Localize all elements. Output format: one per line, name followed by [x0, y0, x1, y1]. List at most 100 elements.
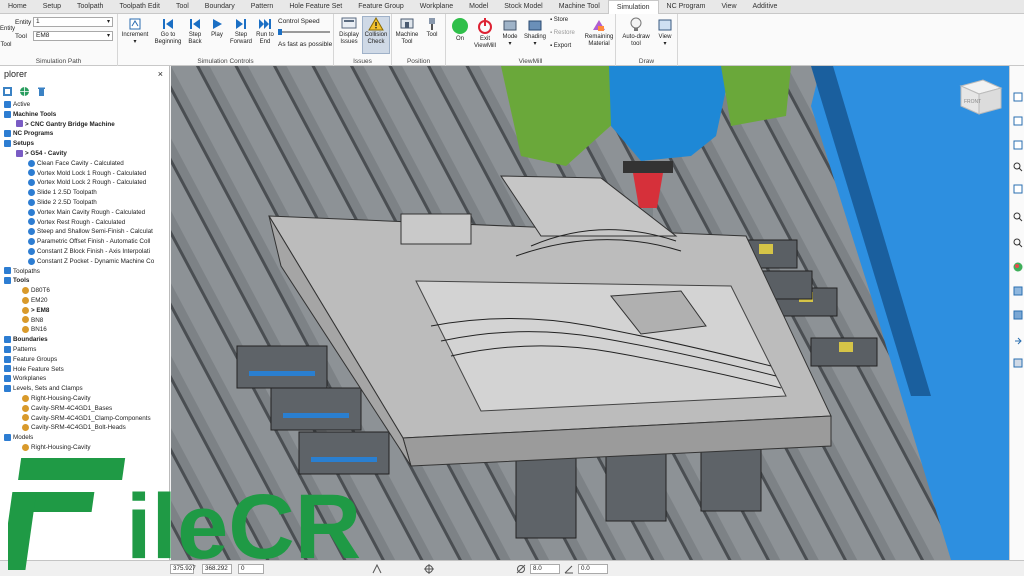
tree-item-icon [4, 277, 11, 285]
tab-model[interactable]: Model [461, 0, 496, 14]
view-button[interactable]: View ▾ [654, 17, 676, 48]
collision-check-button[interactable]: Collision Check [362, 16, 390, 54]
diameter-field[interactable]: 8.0 [530, 564, 560, 574]
tree-item[interactable]: Tools [0, 276, 169, 286]
tree-item[interactable]: Vortex Rest Rough - Calculated [0, 218, 169, 228]
entity-combo[interactable]: 1 ▾ [33, 17, 113, 27]
tab-toolpath[interactable]: Toolpath [69, 0, 111, 14]
tab-boundary[interactable]: Boundary [197, 0, 243, 14]
tree-item[interactable]: Cavity-SRM-4C4GD1_Clamp-Components [0, 414, 169, 424]
view-side-icon[interactable] [1013, 184, 1023, 194]
tree-item[interactable]: Feature Groups [0, 355, 169, 365]
arrow-icon[interactable] [1013, 336, 1023, 346]
tree-item[interactable]: Models [0, 433, 169, 443]
tree-item[interactable]: Machine Tools [0, 110, 169, 120]
machine-tool-button[interactable]: Machine Tool [393, 17, 421, 46]
speed-slider[interactable] [278, 29, 330, 35]
zoom-in-icon[interactable] [1013, 212, 1023, 222]
go-to-beginning-button[interactable]: Go to Beginning [152, 17, 184, 46]
shaded-view-icon[interactable] [1013, 286, 1023, 296]
tree-item[interactable]: Constant Z Block Finish - Axis Interpola… [0, 247, 169, 257]
tree-item[interactable]: Steep and Shallow Semi-Finish - Calculat [0, 227, 169, 237]
tree-item[interactable]: Constant Z Pocket - Dynamic Machine Co [0, 257, 169, 267]
tool-combo[interactable]: EM8 ▾ [33, 31, 113, 41]
tree-item[interactable]: Workplanes [0, 374, 169, 384]
tab-home[interactable]: Home [0, 0, 35, 14]
export-button[interactable]: ▪ Export [550, 43, 582, 50]
tree-item[interactable]: Clean Face Cavity - Calculated [0, 159, 169, 169]
close-icon[interactable]: × [158, 66, 163, 82]
tab-simulation[interactable]: Simulation [607, 0, 659, 14]
tree-item[interactable]: Boundaries [0, 335, 169, 345]
play-button[interactable]: Play [206, 17, 228, 39]
remaining-material-button[interactable]: Remaining Material [582, 17, 616, 48]
increment-button[interactable]: Increment ▾ [118, 17, 152, 46]
tree-item[interactable]: > EM8 [0, 306, 169, 316]
tab-feature-group[interactable]: Feature Group [350, 0, 412, 14]
tab-additive[interactable]: Additive [745, 0, 786, 14]
restore-button[interactable]: ▪ Restore [550, 30, 582, 37]
tree-item[interactable]: Slide 1 2.5D Toolpath [0, 188, 169, 198]
tree-item[interactable]: Active [0, 100, 169, 110]
tree-item-label: Vortex Main Cavity Rough - Calculated [37, 208, 146, 216]
settings-icon[interactable] [1013, 358, 1023, 368]
tool-position-button[interactable]: Tool [421, 17, 443, 39]
tree-item[interactable]: Right-Housing-Cavity [0, 394, 169, 404]
tree-item[interactable]: BN8 [0, 316, 169, 326]
auto-draw-tool-button[interactable]: Auto-draw tool [620, 17, 652, 48]
tree-item[interactable]: BN16 [0, 325, 169, 335]
tab-machine-tool[interactable]: Machine Tool [551, 0, 608, 14]
tab-stock-model[interactable]: Stock Model [496, 0, 551, 14]
tree-item[interactable]: EM20 [0, 296, 169, 306]
tree-item[interactable]: Cavity-SRM-4C4GD1_Bases [0, 404, 169, 414]
zoom-icon[interactable] [1013, 162, 1023, 172]
tree-item[interactable]: Slide 2 2.5D Toolpath [0, 198, 169, 208]
tree-item[interactable]: Hole Feature Sets [0, 365, 169, 375]
step-back-icon [190, 19, 200, 29]
entity-button[interactable]: Entity [0, 26, 15, 33]
trash-icon[interactable] [36, 86, 47, 97]
tree-item[interactable]: Toolpaths [0, 267, 169, 277]
tree-options-icon[interactable] [2, 86, 13, 97]
tree-item[interactable]: NC Programs [0, 129, 169, 139]
exit-viewmill-button[interactable]: Exit ViewMill [472, 17, 498, 50]
step-back-button[interactable]: Step Back [184, 17, 206, 46]
tree-item-icon [4, 375, 11, 383]
tab-pattern[interactable]: Pattern [243, 0, 282, 14]
angle-field[interactable]: 0.0 [578, 564, 608, 574]
tree-item[interactable]: > G54 - Cavity [0, 149, 169, 159]
tree-item[interactable]: > CNC Gantry Bridge Machine [0, 120, 169, 130]
tab-tool[interactable]: Tool [168, 0, 197, 14]
view-front-icon[interactable] [1013, 116, 1023, 126]
shade-icon[interactable] [1013, 262, 1023, 272]
tab-setup[interactable]: Setup [35, 0, 69, 14]
view-cube[interactable]: FRONT [959, 79, 1003, 115]
box-view-icon[interactable] [1013, 310, 1023, 320]
tree-item[interactable]: Vortex Mold Lock 1 Rough - Calculated [0, 169, 169, 179]
tab-workplane[interactable]: Workplane [412, 0, 461, 14]
tree-item[interactable]: Vortex Mold Lock 2 Rough - Calculated [0, 178, 169, 188]
tool-button[interactable]: Tool [0, 42, 12, 49]
tree-item[interactable]: D80T6 [0, 286, 169, 296]
tab-toolpath-edit[interactable]: Toolpath Edit [111, 0, 167, 14]
tree-item[interactable]: Setups [0, 139, 169, 149]
globe-icon[interactable] [19, 86, 30, 97]
shading-button[interactable]: Shading ▾ [522, 17, 548, 48]
view-iso-icon[interactable] [1013, 92, 1023, 102]
display-issues-button[interactable]: Display Issues [336, 17, 362, 46]
tab-view[interactable]: View [713, 0, 744, 14]
tree-item[interactable]: Patterns [0, 345, 169, 355]
mode-button[interactable]: Mode ▾ [498, 17, 522, 48]
store-button[interactable]: ▪ Store [550, 17, 582, 24]
tree-item[interactable]: Levels, Sets and Clamps [0, 384, 169, 394]
on-button[interactable]: On [448, 17, 472, 43]
tree-item[interactable]: Parametric Offset Finish - Automatic Col… [0, 237, 169, 247]
view-top-icon[interactable] [1013, 140, 1023, 150]
tab-hole-feature-set[interactable]: Hole Feature Set [281, 0, 350, 14]
step-forward-button[interactable]: Step Forward [228, 17, 254, 46]
tree-item[interactable]: Vortex Main Cavity Rough - Calculated [0, 208, 169, 218]
tree-item[interactable]: Cavity-SRM-4C4GD1_Bolt-Heads [0, 423, 169, 433]
zoom-fit-icon[interactable] [1013, 238, 1023, 248]
run-to-end-button[interactable]: Run to End [254, 17, 276, 46]
tab-nc-program[interactable]: NC Program [659, 0, 714, 14]
